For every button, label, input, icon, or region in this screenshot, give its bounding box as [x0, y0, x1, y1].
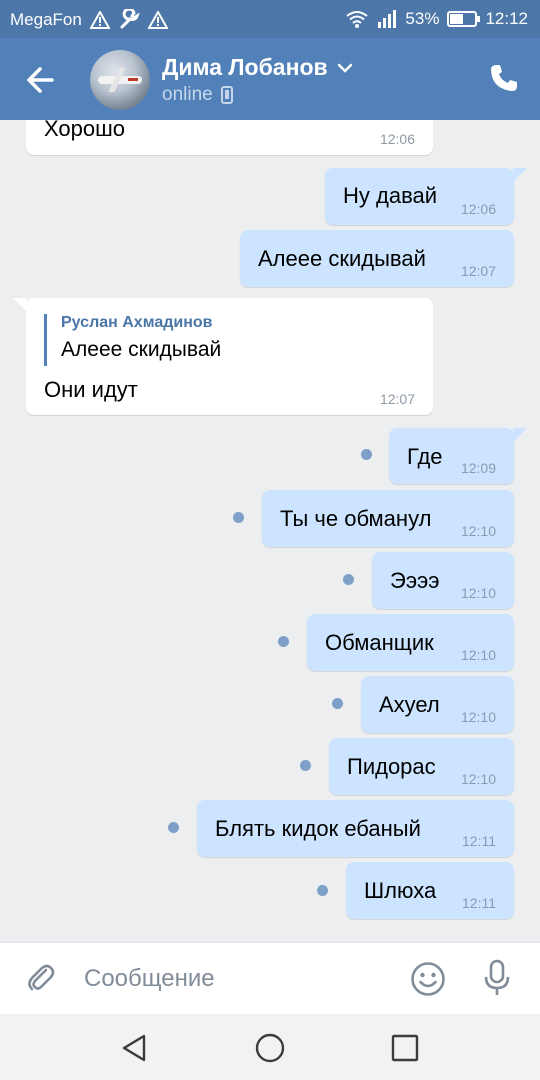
- message-time: 12:06: [379, 131, 415, 147]
- chevron-down-icon: [337, 63, 352, 73]
- message-text: Обманщик: [325, 630, 434, 655]
- unread-indicator: [317, 885, 328, 896]
- message-outgoing[interactable]: Ахуел 12:10: [361, 676, 514, 733]
- contact-name: Дима Лобанов: [162, 54, 328, 80]
- status-text: online: [162, 84, 213, 105]
- message-time: 12:11: [462, 833, 496, 849]
- message-time: 12:09: [460, 460, 496, 476]
- smile-icon[interactable]: [410, 961, 446, 997]
- message-outgoing[interactable]: Ты че обманул 12:10: [262, 490, 514, 547]
- back-arrow-icon[interactable]: [22, 60, 62, 100]
- message-outgoing[interactable]: Шлюха 12:11: [346, 862, 514, 919]
- paperclip-icon[interactable]: [24, 961, 58, 995]
- unread-indicator: [233, 512, 244, 523]
- message-outgoing[interactable]: Пидорас 12:10: [329, 738, 514, 795]
- message-time: 12:11: [462, 895, 496, 911]
- message-text: Алеее скидывай: [258, 246, 426, 271]
- avatar[interactable]: [90, 50, 150, 110]
- message-time: 12:06: [460, 201, 496, 217]
- carrier-name: MegaFon: [10, 10, 82, 29]
- reply-text: Алеее скидывай: [61, 338, 222, 361]
- message-outgoing[interactable]: Ээээ 12:10: [372, 552, 514, 609]
- system-nav-bar: [0, 1014, 540, 1080]
- message-text: Пидорас: [347, 754, 436, 779]
- message-text: Шлюха: [364, 878, 437, 903]
- message-outgoing[interactable]: Ну давай 12:06: [325, 168, 527, 225]
- nav-recents-icon[interactable]: [388, 1031, 422, 1065]
- chat-header: Дима Лобанов online: [0, 38, 540, 120]
- nav-back-icon[interactable]: [118, 1031, 152, 1065]
- message-time: 12:10: [460, 647, 496, 663]
- unread-indicator: [300, 760, 311, 771]
- battery-icon: [447, 11, 481, 27]
- message-incoming[interactable]: Хорошо 12:06: [26, 120, 433, 155]
- unread-indicator: [332, 698, 343, 709]
- nav-home-icon[interactable]: [253, 1031, 287, 1065]
- microphone-icon[interactable]: [482, 959, 512, 997]
- message-text: Блять кидок ебаный: [215, 816, 421, 841]
- reply-quote[interactable]: Руслан Ахмадинов Алеее скидывай: [44, 314, 221, 366]
- message-outgoing[interactable]: Обманщик 12:10: [307, 614, 514, 671]
- message-time: 12:10: [460, 709, 496, 725]
- message-composer: [0, 942, 540, 1014]
- mobile-icon: [220, 86, 233, 104]
- phone-icon[interactable]: [488, 62, 520, 94]
- warning-icon: [147, 11, 168, 29]
- wrench-icon: [120, 9, 140, 29]
- message-outgoing[interactable]: Алеее скидывай 12:07: [240, 230, 514, 287]
- message-text: Где: [407, 444, 443, 469]
- clock: 12:12: [485, 9, 528, 28]
- message-time: 12:10: [460, 771, 496, 787]
- message-text: Ну давай: [343, 183, 438, 208]
- message-text: Они идут: [44, 377, 138, 402]
- message-list[interactable]: Хорошо 12:06 Ну давай 12:06 Алеее скидыв…: [0, 120, 540, 942]
- message-text: Ты че обманул: [280, 506, 432, 531]
- unread-indicator: [343, 574, 354, 585]
- message-time: 12:07: [379, 391, 415, 407]
- signal-icon: [378, 10, 397, 28]
- reply-author: Руслан Ахмадинов: [61, 314, 213, 331]
- message-time: 12:10: [460, 585, 496, 601]
- message-time: 12:07: [460, 263, 496, 279]
- battery-percent: 53%: [405, 9, 440, 28]
- message-outgoing[interactable]: Блять кидок ебаный 12:11: [197, 800, 514, 857]
- wifi-icon: [346, 11, 369, 28]
- warning-icon: [89, 11, 110, 29]
- contact-name-button[interactable]: Дима Лобанов: [162, 54, 354, 81]
- contact-status: online: [162, 84, 233, 106]
- message-time: 12:10: [460, 523, 496, 539]
- unread-indicator: [278, 636, 289, 647]
- message-text: Ээээ: [390, 568, 440, 593]
- status-bar: MegaFon 53% 12:12: [0, 0, 540, 38]
- message-outgoing[interactable]: Где 12:09: [389, 428, 527, 484]
- message-input[interactable]: [84, 959, 384, 999]
- unread-indicator: [168, 822, 179, 833]
- unread-indicator: [361, 449, 372, 460]
- message-incoming-reply[interactable]: Руслан Ахмадинов Алеее скидывай Они идут…: [13, 298, 433, 415]
- message-text: Хорошо: [44, 120, 126, 141]
- message-text: Ахуел: [379, 692, 440, 717]
